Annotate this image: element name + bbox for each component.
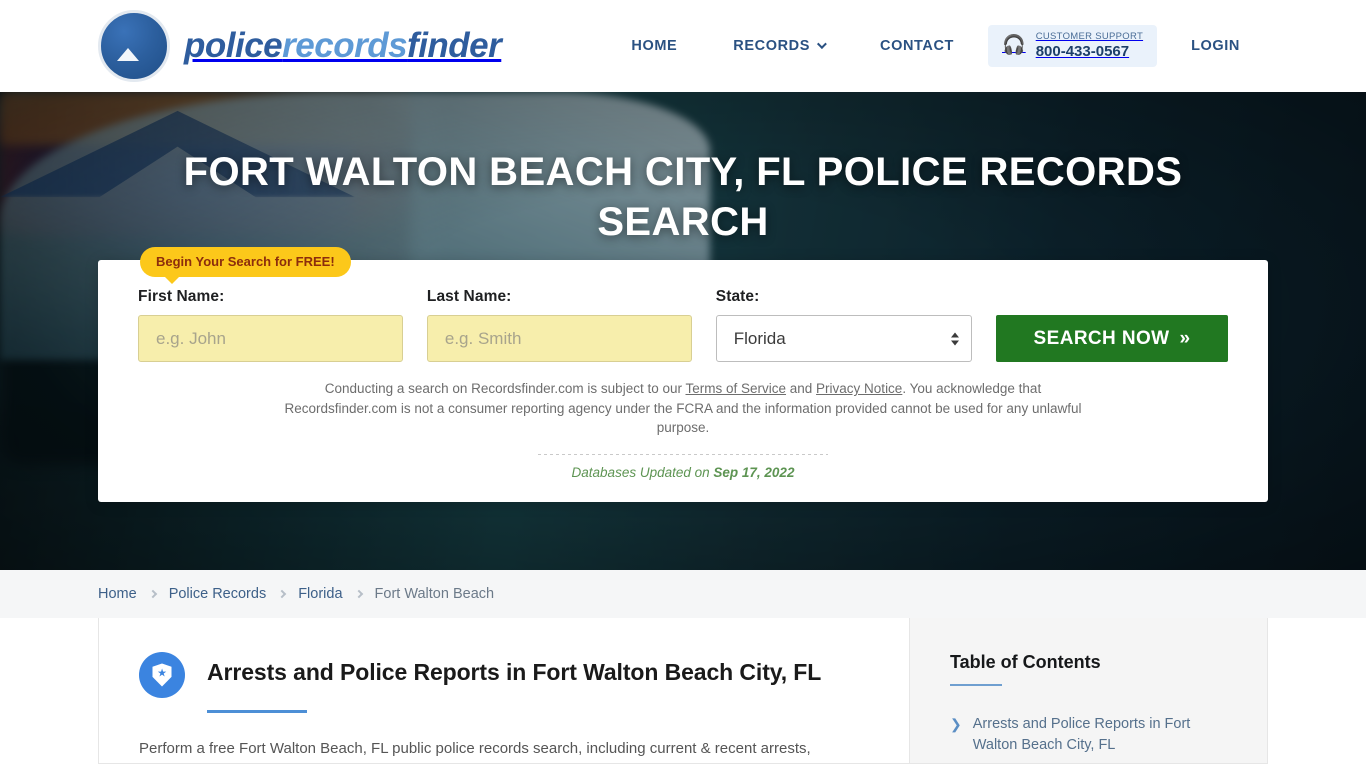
toc-title: Table of Contents: [950, 652, 1101, 672]
state-field-group: State: FloridaAlabamaAlaskaArizonaArkans…: [715, 288, 973, 363]
double-chevron-right-icon: »: [1179, 327, 1191, 349]
breadcrumb-item-police-records[interactable]: Police Records: [169, 586, 267, 602]
chevron-right-icon: ❯: [950, 716, 962, 732]
logo-wordmark: policerecordsfinder: [184, 26, 502, 66]
headset-icon: 🎧: [1002, 35, 1026, 57]
nav-login-label: LOGIN: [1191, 37, 1240, 54]
nav-home-label: HOME: [631, 37, 678, 54]
chevron-down-icon: [816, 39, 827, 50]
support-label: CUSTOMER SUPPORT: [1035, 30, 1144, 42]
nav-login[interactable]: LOGIN: [1163, 38, 1268, 54]
nav-contact-label: CONTACT: [880, 37, 955, 54]
chevron-right-icon: [148, 589, 157, 599]
logo-text-records: records: [282, 26, 408, 65]
toc-underline: [950, 684, 1002, 686]
search-now-button[interactable]: SEARCH NOW »: [996, 315, 1229, 363]
chevron-right-icon: [354, 589, 363, 599]
search-button-label: SEARCH NOW: [1033, 327, 1170, 349]
support-phone: 800-433-0567: [1035, 42, 1130, 60]
nav-contact[interactable]: CONTACT: [852, 38, 982, 54]
privacy-notice-link[interactable]: Privacy Notice: [816, 381, 902, 396]
disclaimer-mid: and: [786, 381, 817, 397]
last-name-input[interactable]: [426, 315, 692, 363]
chevron-right-icon: [277, 589, 287, 599]
breadcrumb-item-florida[interactable]: Florida: [298, 586, 342, 602]
site-header: policerecordsfinder HOME RECORDS CONTACT…: [0, 0, 1366, 92]
first-name-label: First Name:: [138, 288, 225, 306]
first-name-field-group: First Name:: [138, 288, 403, 363]
search-disclaimer: Conducting a search on Recordsfinder.com…: [268, 379, 1098, 438]
last-name-field-group: Last Name:: [426, 288, 692, 363]
updated-prefix: Databases Updated on: [571, 464, 714, 480]
breadcrumb-item-current: Fort Walton Beach: [374, 586, 495, 602]
search-form-wrapper: Begin Your Search for FREE! First Name: …: [98, 247, 1268, 502]
disclaimer-part1: Conducting a search on Recordsfinder.com…: [324, 381, 686, 397]
list-item[interactable]: ❯ Arrests and Police Reports in Fort Wal…: [950, 714, 1237, 756]
terms-of-service-link[interactable]: Terms of Service: [685, 381, 786, 396]
site-logo[interactable]: policerecordsfinder: [98, 10, 502, 82]
nav-records-label: RECORDS: [733, 37, 810, 54]
updated-date: Sep 17, 2022: [713, 464, 795, 480]
last-name-label: Last Name:: [426, 288, 512, 306]
heading-underline: [207, 710, 307, 713]
capitol-dome-icon: [98, 10, 170, 82]
customer-support-box[interactable]: 🎧 CUSTOMER SUPPORT 800-433-0567: [988, 24, 1158, 68]
dotted-divider: [538, 453, 828, 455]
breadcrumb-bar: Home Police Records Florida Fort Walton …: [0, 570, 1366, 618]
main-navigation: HOME RECORDS CONTACT 🎧 CUSTOMER SUPPORT …: [603, 24, 1268, 68]
police-badge-icon: ★: [139, 652, 185, 698]
free-search-badge: Begin Your Search for FREE!: [140, 247, 351, 285]
page-title: FORT WALTON BEACH CITY, FL POLICE RECORD…: [183, 150, 1183, 244]
logo-text-finder: finder: [407, 26, 502, 65]
content-area: ★ Arrests and Police Reports in Fort Wal…: [0, 618, 1366, 764]
state-label: State:: [715, 288, 760, 306]
hero-section: FORT WALTON BEACH CITY, FL POLICE RECORD…: [0, 92, 1366, 570]
first-name-input[interactable]: [138, 315, 403, 363]
breadcrumb: Home Police Records Florida Fort Walton …: [98, 586, 494, 602]
sidebar-table-of-contents: Table of Contents ❯ Arrests and Police R…: [910, 618, 1268, 764]
nav-home[interactable]: HOME: [603, 38, 705, 54]
section-paragraph: Perform a free Fort Walton Beach, FL pub…: [139, 740, 811, 757]
logo-text-police: police: [184, 26, 283, 65]
main-content-card: ★ Arrests and Police Reports in Fort Wal…: [98, 618, 910, 764]
section-heading: Arrests and Police Reports in Fort Walto…: [207, 659, 822, 685]
search-form-card: First Name: Last Name: State: FloridaAla…: [98, 260, 1268, 502]
nav-records[interactable]: RECORDS: [705, 38, 852, 54]
toc-link-arrests-reports[interactable]: Arrests and Police Reports in Fort Walto…: [973, 714, 1237, 756]
breadcrumb-item-home[interactable]: Home: [98, 586, 137, 602]
state-select[interactable]: FloridaAlabamaAlaskaArizonaArkansasCalif…: [715, 315, 973, 363]
databases-updated-text: Databases Updated on Sep 17, 2022: [138, 465, 1228, 480]
